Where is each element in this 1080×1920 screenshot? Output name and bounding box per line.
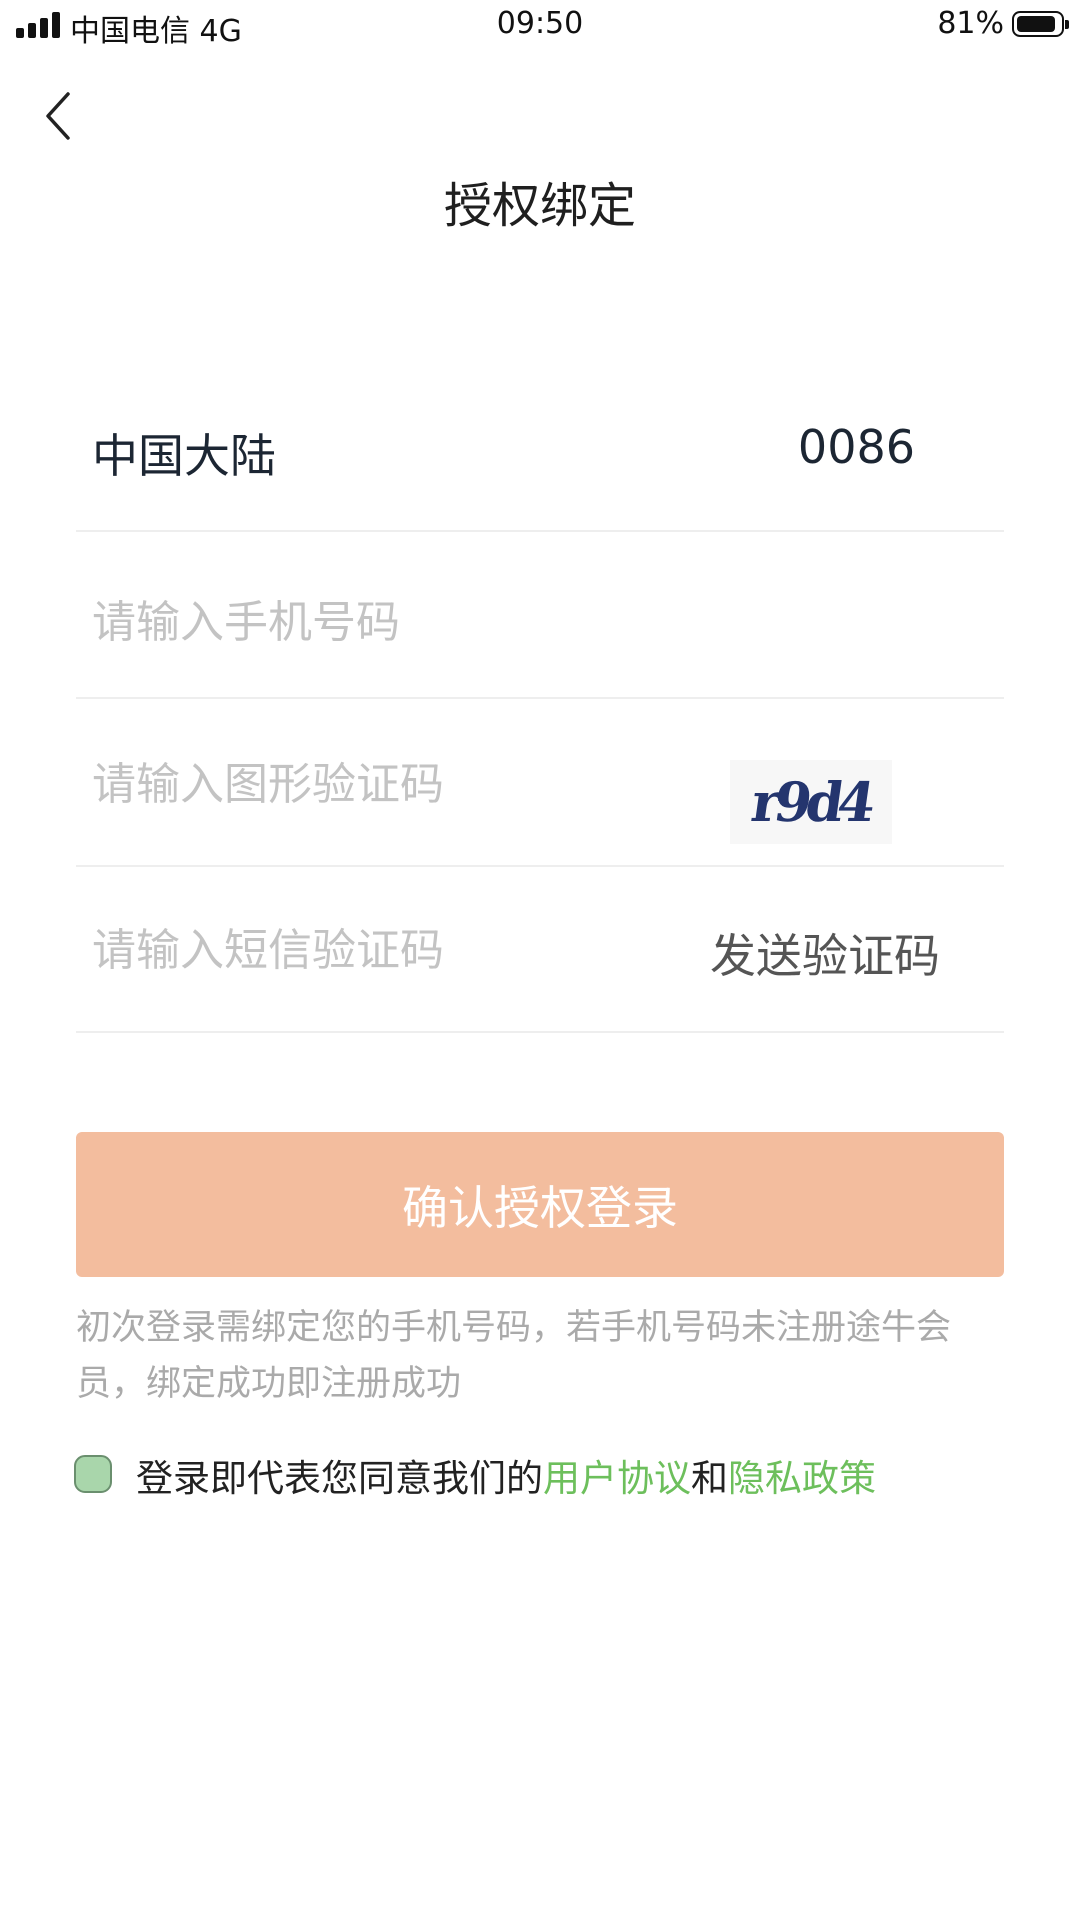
captcha-input[interactable] [92,754,692,814]
agreement-prefix: 登录即代表您同意我们的 [136,1457,543,1500]
sms-code-input[interactable] [92,920,652,980]
captcha-image[interactable]: r9d4 [730,760,892,844]
divider [76,530,1004,532]
binding-notice: 初次登录需绑定您的手机号码，若手机号码未注册途牛会员，绑定成功即注册成功 [76,1308,952,1404]
clock: 09:50 [496,6,584,41]
send-code-button[interactable]: 发送验证码 [710,920,940,986]
page-title: 授权绑定 [443,178,636,234]
agreement-and: 和 [691,1457,728,1500]
region-code[interactable]: 0086 [798,420,915,474]
phone-input[interactable] [92,592,972,652]
confirm-login-button[interactable]: 确认授权登录 [76,1132,1004,1277]
battery-percentage: 81% [937,6,1004,41]
status-bar: 中国电信 4G 09:50 81% [0,0,1080,54]
back-button[interactable] [40,88,80,144]
captcha-text: r9d4 [747,770,875,834]
user-agreement-link[interactable]: 用户协议 [543,1457,691,1500]
privacy-policy-link[interactable]: 隐私政策 [728,1457,876,1500]
chevron-left-icon [46,92,70,140]
agreement-checkbox[interactable] [74,1455,112,1493]
region-selector[interactable]: 中国大陆 [92,420,276,486]
divider [76,865,1004,867]
agreement-text: 登录即代表您同意我们的用户协议和隐私政策 [136,1448,876,1502]
battery-icon [1012,11,1069,37]
divider [76,1031,1004,1033]
divider [76,697,1004,699]
